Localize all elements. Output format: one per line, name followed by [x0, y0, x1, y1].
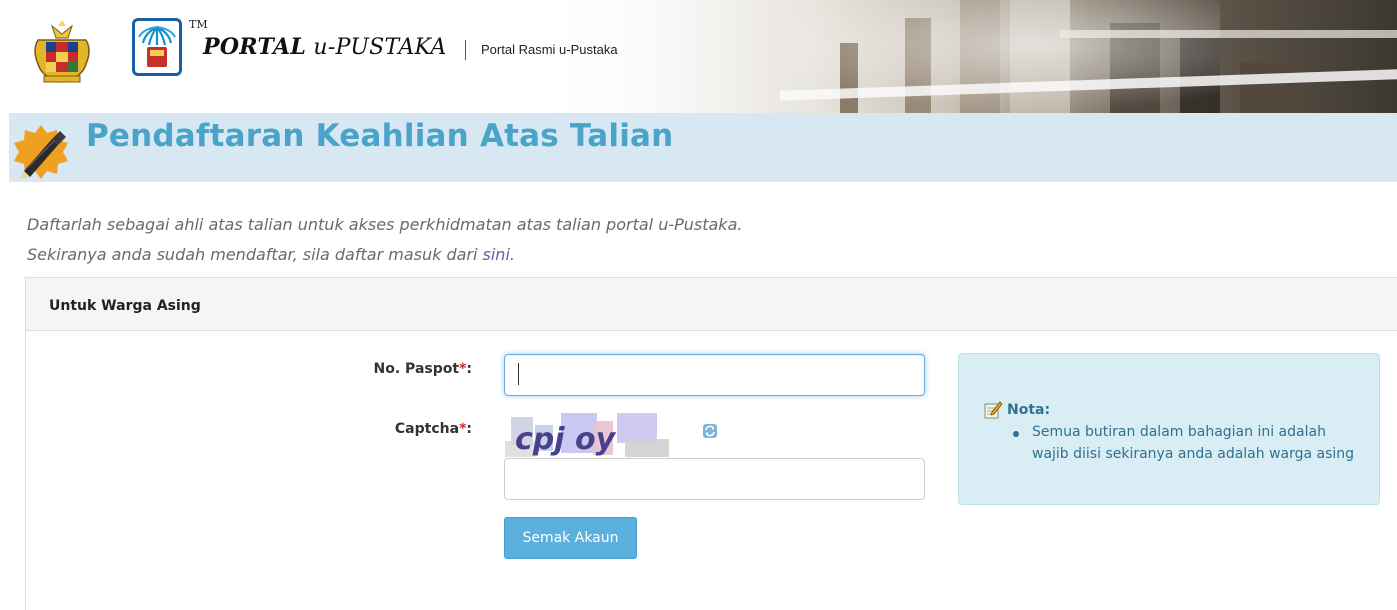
- portal-title[interactable]: PORTAL u-PUSTAKA: [203, 34, 447, 60]
- title-divider: [465, 40, 466, 60]
- pencil-badge-icon: [14, 125, 68, 179]
- captcha-label-text: Captcha: [394, 421, 460, 437]
- malaysia-crest-icon[interactable]: [28, 20, 96, 88]
- portal-title-prefix: PORTAL: [203, 34, 307, 60]
- note-title: Nota:: [1007, 402, 1051, 418]
- refresh-icon[interactable]: [702, 423, 718, 439]
- intro-line-2-end: .: [509, 245, 515, 264]
- banner-book: [1240, 63, 1310, 113]
- header-banner: TM PORTAL u-PUSTAKA Portal Rasmi u-Pusta…: [0, 0, 1397, 113]
- intro-line-2: Sekiranya anda sudah mendaftar, sila daf…: [27, 240, 742, 270]
- portal-title-suffix: u-PUSTAKA: [313, 35, 447, 60]
- panel-heading: [26, 278, 1397, 331]
- passport-input[interactable]: [504, 354, 925, 396]
- login-link[interactable]: sini: [483, 245, 510, 264]
- note-bullet: [1013, 431, 1019, 437]
- captcha-image: cpj oy: [505, 411, 670, 459]
- label-colon: :: [466, 361, 472, 377]
- page-title: Pendaftaran Keahlian Atas Talian: [86, 118, 674, 154]
- check-account-button[interactable]: Semak Akaun: [504, 517, 637, 559]
- portal-subtitle: Portal Rasmi u-Pustaka: [481, 42, 618, 57]
- intro-line-1: Daftarlah sebagai ahli atas talian untuk…: [27, 215, 743, 234]
- captcha-label: Captcha*:: [272, 421, 472, 437]
- passport-label-text: No. Paspot: [373, 361, 460, 377]
- trademark-label: TM: [189, 18, 208, 31]
- panel-title: Untuk Warga Asing: [49, 298, 201, 314]
- notepad-icon: [984, 401, 1003, 419]
- u-pustaka-logo-icon[interactable]: [132, 18, 182, 76]
- label-colon: :: [466, 421, 472, 437]
- captcha-text: cpj oy: [515, 422, 617, 457]
- intro-line-2-text: Sekiranya anda sudah mendaftar, sila daf…: [27, 245, 483, 264]
- text-caret: [518, 363, 519, 385]
- passport-label: No. Paspot*:: [272, 361, 472, 377]
- captcha-input[interactable]: [504, 458, 925, 500]
- note-item: Semua butiran dalam bahagian ini adalah …: [1032, 424, 1355, 462]
- intro-text: Daftarlah sebagai ahli atas talian untuk…: [27, 210, 742, 270]
- banner-glow: [760, 0, 1220, 113]
